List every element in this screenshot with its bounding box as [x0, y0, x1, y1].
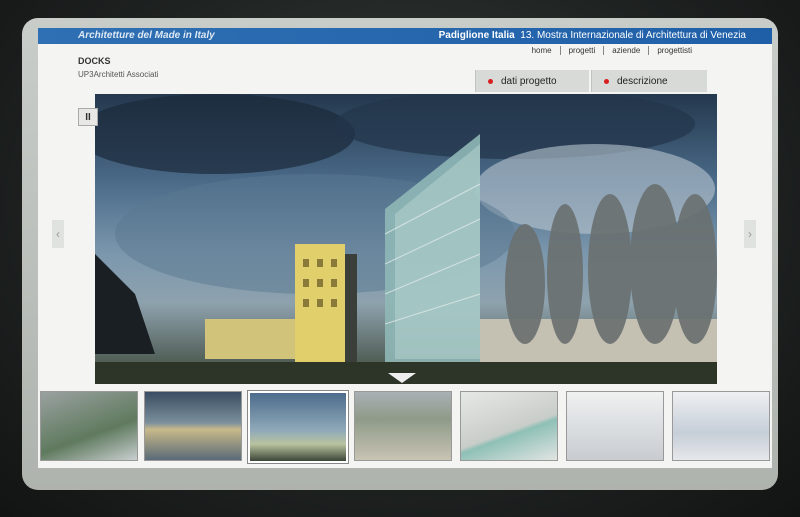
project-title: DOCKS: [78, 56, 111, 66]
project-render-image: [95, 94, 717, 384]
tab-descrizione[interactable]: descrizione: [591, 70, 707, 92]
top-nav: home progetti aziende progettisti: [524, 46, 700, 55]
header-bar: Architetture del Made in Italy Padiglion…: [38, 28, 772, 44]
thumbnail-1[interactable]: [40, 391, 138, 461]
event-title-bold: Padiglione Italia: [438, 30, 515, 41]
nav-progettisti[interactable]: progettisti: [649, 46, 700, 55]
tab-bullet-icon: [604, 78, 609, 84]
event-title-rest: 13. Mostra Internazionale di Architettur…: [520, 30, 746, 41]
expand-thumbnails-icon[interactable]: [388, 373, 416, 383]
project-architect: UP3Architetti Associati: [78, 70, 159, 79]
thumbnail-3[interactable]: [248, 391, 348, 463]
next-arrow-button[interactable]: ›: [744, 220, 756, 248]
tab-label: dati progetto: [501, 75, 557, 87]
nav-aziende[interactable]: aziende: [604, 46, 650, 55]
brand-title[interactable]: Architetture del Made in Italy: [78, 30, 215, 41]
pause-button[interactable]: II: [78, 108, 98, 126]
thumbnail-5[interactable]: [460, 391, 558, 461]
thumbnail-7[interactable]: [672, 391, 770, 461]
tab-dati-progetto[interactable]: dati progetto: [475, 70, 589, 92]
thumbnail-4[interactable]: [354, 391, 452, 461]
thumbnail-strip: [38, 391, 772, 463]
app-screen: Architetture del Made in Italy Padiglion…: [38, 28, 772, 468]
nav-home[interactable]: home: [524, 46, 561, 55]
main-image-viewer[interactable]: [95, 94, 717, 384]
event-title: Padiglione Italia 13. Mostra Internazion…: [439, 30, 746, 41]
thumbnail-2[interactable]: [144, 391, 242, 461]
tab-bullet-icon: [488, 78, 493, 84]
tab-label: descrizione: [617, 75, 668, 87]
prev-arrow-button[interactable]: ‹: [52, 220, 64, 248]
nav-progetti[interactable]: progetti: [561, 46, 605, 55]
thumbnail-6[interactable]: [566, 391, 664, 461]
